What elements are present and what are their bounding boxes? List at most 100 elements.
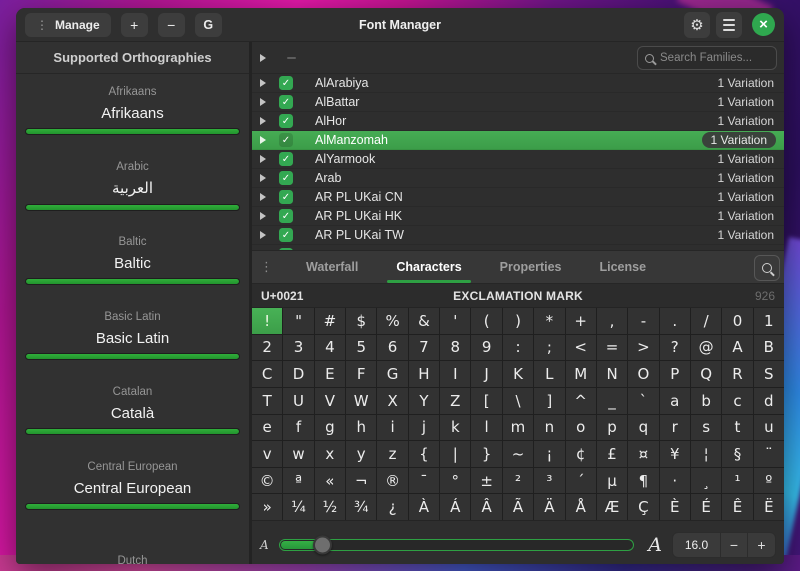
expander-icon[interactable] [260, 155, 266, 163]
font-enabled-checkbox[interactable]: ✓ [279, 228, 293, 242]
char-cell[interactable]: C [252, 361, 282, 387]
app-menu-button[interactable] [716, 12, 742, 38]
font-family-row[interactable]: ✓AR PL UKai CN1 Variation [252, 188, 784, 207]
char-cell[interactable]: u [754, 415, 784, 441]
font-family-row[interactable]: ✓AR PL UKai TW1 Variation [252, 226, 784, 245]
char-cell[interactable]: ² [503, 468, 533, 494]
font-enabled-checkbox[interactable]: ✓ [279, 133, 293, 147]
expander-icon[interactable] [260, 174, 266, 182]
settings-button[interactable]: ⚙ [684, 12, 710, 38]
char-cell[interactable]: $ [346, 308, 376, 334]
char-cell[interactable]: ¯ [409, 468, 439, 494]
char-cell[interactable]: * [534, 308, 564, 334]
char-cell[interactable]: k [440, 415, 470, 441]
orthography-item[interactable]: Basic LatinBasic Latin [16, 299, 249, 374]
char-cell[interactable]: " [283, 308, 313, 334]
close-button[interactable]: × [752, 13, 775, 36]
google-fonts-button[interactable]: G [195, 13, 222, 37]
char-cell[interactable]: ` [628, 388, 658, 414]
char-cell[interactable]: Ã [503, 494, 533, 520]
char-cell[interactable]: ¡ [534, 441, 564, 467]
char-cell[interactable]: Ê [722, 494, 752, 520]
font-enabled-checkbox[interactable]: ✓ [279, 152, 293, 166]
char-cell[interactable]: N [597, 361, 627, 387]
char-cell[interactable]: ª [283, 468, 313, 494]
char-cell[interactable]: K [503, 361, 533, 387]
char-cell[interactable]: ³ [534, 468, 564, 494]
char-cell[interactable]: É [691, 494, 721, 520]
char-cell[interactable]: L [534, 361, 564, 387]
tab-characters[interactable]: Characters [381, 251, 476, 283]
expander-icon[interactable] [260, 54, 266, 62]
add-fonts-button[interactable]: + [121, 13, 148, 37]
indeterminate-checkbox[interactable] [287, 57, 296, 59]
search-families-input[interactable] [660, 52, 769, 64]
char-cell[interactable]: s [691, 415, 721, 441]
font-family-row[interactable]: ✓AR PL UKai HK1 Variation [252, 207, 784, 226]
font-enabled-checkbox[interactable]: ✓ [279, 209, 293, 223]
char-cell[interactable]: a [660, 388, 690, 414]
char-cell[interactable]: p [597, 415, 627, 441]
char-cell[interactable]: ? [660, 335, 690, 361]
char-cell[interactable]: 9 [471, 335, 501, 361]
char-cell[interactable]: . [660, 308, 690, 334]
font-size-value[interactable]: 16.0 [673, 533, 721, 557]
char-cell[interactable]: | [440, 441, 470, 467]
char-cell[interactable]: ^ [566, 388, 596, 414]
char-cell[interactable]: z [377, 441, 407, 467]
char-cell[interactable]: ¾ [346, 494, 376, 520]
char-cell[interactable]: Q [691, 361, 721, 387]
char-cell[interactable]: G [377, 361, 407, 387]
char-cell[interactable]: T [252, 388, 282, 414]
expander-icon[interactable] [260, 193, 266, 201]
char-cell[interactable]: r [660, 415, 690, 441]
char-cell[interactable]: [ [471, 388, 501, 414]
char-cell[interactable]: ® [377, 468, 407, 494]
char-cell[interactable]: w [283, 441, 313, 467]
char-cell[interactable]: B [754, 335, 784, 361]
char-cell[interactable]: · [660, 468, 690, 494]
char-cell[interactable]: b [691, 388, 721, 414]
font-enabled-checkbox[interactable]: ✓ [279, 171, 293, 185]
char-cell[interactable]: È [660, 494, 690, 520]
char-cell[interactable]: ¼ [283, 494, 313, 520]
char-cell[interactable]: # [315, 308, 345, 334]
character-search-button[interactable] [754, 255, 780, 281]
expander-icon[interactable] [260, 117, 266, 125]
slider-handle[interactable] [313, 536, 332, 555]
char-cell[interactable]: \ [503, 388, 533, 414]
orthography-item[interactable]: Arabicالعربية [16, 149, 249, 224]
char-cell[interactable]: A [722, 335, 752, 361]
char-cell[interactable]: = [597, 335, 627, 361]
font-enabled-checkbox[interactable]: ✓ [279, 190, 293, 204]
char-cell[interactable]: : [503, 335, 533, 361]
char-cell[interactable]: O [628, 361, 658, 387]
char-cell[interactable]: ¢ [566, 441, 596, 467]
char-cell[interactable]: £ [597, 441, 627, 467]
char-cell[interactable]: d [754, 388, 784, 414]
char-cell[interactable]: _ [597, 388, 627, 414]
manage-button[interactable]: ⋮ Manage [25, 13, 111, 37]
expander-icon[interactable] [260, 231, 266, 239]
char-cell[interactable]: i [377, 415, 407, 441]
font-enabled-checkbox[interactable]: ✓ [279, 95, 293, 109]
char-cell[interactable]: F [346, 361, 376, 387]
expander-icon[interactable] [260, 136, 266, 144]
char-cell[interactable]: ° [440, 468, 470, 494]
char-cell[interactable]: { [409, 441, 439, 467]
char-cell[interactable]: ½ [315, 494, 345, 520]
char-cell[interactable]: ¹ [722, 468, 752, 494]
char-cell[interactable]: 8 [440, 335, 470, 361]
decrease-size-button[interactable]: − [721, 533, 748, 557]
char-cell[interactable]: Å [566, 494, 596, 520]
char-cell[interactable]: 5 [346, 335, 376, 361]
char-cell[interactable]: ; [534, 335, 564, 361]
char-cell[interactable]: V [315, 388, 345, 414]
char-cell[interactable]: l [471, 415, 501, 441]
char-cell[interactable]: c [722, 388, 752, 414]
char-cell[interactable]: 4 [315, 335, 345, 361]
char-cell[interactable]: D [283, 361, 313, 387]
char-cell[interactable]: j [409, 415, 439, 441]
char-cell[interactable]: o [566, 415, 596, 441]
char-cell[interactable]: ¦ [691, 441, 721, 467]
